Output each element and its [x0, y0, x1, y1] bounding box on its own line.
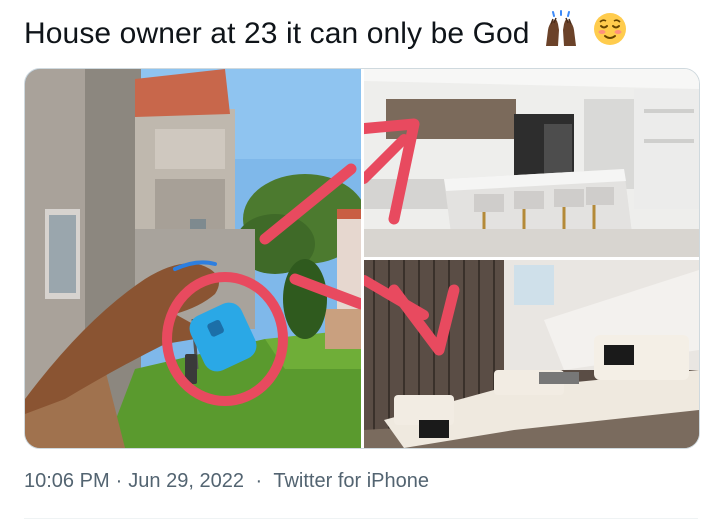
- photo-living-room[interactable]: [364, 260, 699, 448]
- photo-kitchen[interactable]: [364, 69, 699, 257]
- hand-holding-key-icon: [25, 69, 361, 448]
- relieved-face-icon: [592, 11, 628, 59]
- photo-keys[interactable]: [25, 69, 361, 448]
- divider: [24, 518, 698, 519]
- living-room-photo: [364, 260, 699, 448]
- tweet-metadata: 10:06 PM · Jun 29, 2022 · Twitter for iPho…: [24, 470, 429, 493]
- kitchen-photo: [364, 69, 699, 257]
- raised-hands-dark-skin-icon: [542, 10, 580, 60]
- tweet-timestamp-link[interactable]: 10:06 PM · Jun 29, 2022: [24, 470, 250, 492]
- tweet-date: Jun 29, 2022: [128, 470, 244, 492]
- tweet-source-link[interactable]: Twitter for iPhone: [273, 470, 429, 492]
- tweet-time: 10:06 PM: [24, 470, 110, 492]
- separator-dot: ·: [115, 470, 123, 492]
- media-grid: [24, 68, 700, 449]
- separator-dot: ·: [255, 470, 263, 492]
- tweet-text-row: House owner at 23 it can only be God: [24, 10, 628, 60]
- tweet-text: House owner at 23 it can only be God: [24, 16, 530, 50]
